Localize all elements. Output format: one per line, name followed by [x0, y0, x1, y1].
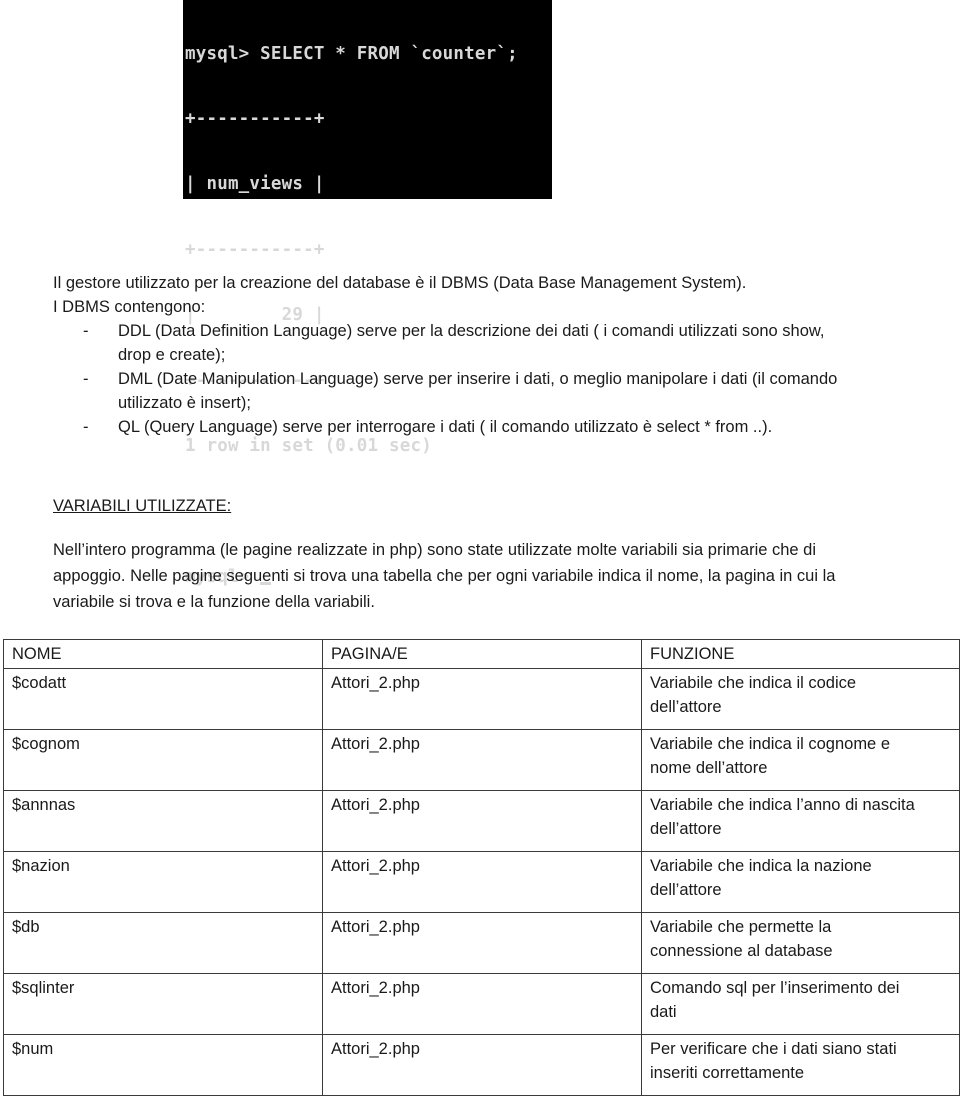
table-row: $nazion Attori_2.php Variabile che indic…: [3, 851, 960, 913]
bullet-text: DML (Date Manipulation Language) serve p…: [118, 370, 838, 388]
cell-funzione: Variabile che indica la nazione dell’atto…: [641, 851, 960, 913]
cell-funzione: Variabile che indica il cognome e nome de…: [641, 729, 960, 791]
bullet-dml-continuation: utilizzato è insert);: [118, 394, 251, 412]
intro-line-1: Il gestore utilizzato per la creazione d…: [53, 274, 747, 292]
intro-line-2: I DBMS contengono:: [53, 298, 206, 316]
cell-pagina: Attori_2.php: [322, 668, 642, 730]
section-paragraph-line-2: appoggio. Nelle pagine seguenti si trova…: [53, 567, 836, 585]
cell-nome: $db: [3, 912, 323, 974]
cell-pagina: Attori_2.php: [322, 973, 642, 1035]
cell-nome: $sqlinter: [3, 973, 323, 1035]
cell-nome: $codatt: [3, 668, 323, 730]
funzione-line: nome dell’attore: [650, 759, 768, 777]
funzione-line: Variabile che permette la: [650, 918, 832, 936]
funzione-line: dell’attore: [650, 881, 722, 899]
table-row: $annnas Attori_2.php Variabile che indic…: [3, 790, 960, 852]
cell-pagina: Attori_2.php: [322, 790, 642, 852]
table-row: $cognom Attori_2.php Variabile che indic…: [3, 729, 960, 791]
section-paragraph-line-3: variabile si trova e la funzione della v…: [53, 593, 375, 611]
cell-pagina: Attori_2.php: [322, 1034, 642, 1096]
funzione-line: Variabile che indica la nazione: [650, 857, 872, 875]
mysql-terminal-screenshot: mysql> SELECT * FROM `counter`; +-------…: [183, 0, 552, 587]
cell-pagina: Attori_2.php: [322, 729, 642, 791]
table-row: $num Attori_2.php Per verificare che i d…: [3, 1034, 960, 1096]
cell-nome: $num: [3, 1034, 323, 1096]
funzione-line: Variabile che indica il codice: [650, 674, 857, 692]
terminal-line: 1 row in set (0.01 sec): [185, 435, 432, 456]
cell-nome: $annnas: [3, 790, 323, 852]
cell-funzione: Variabile che permette la connessione al …: [641, 912, 960, 974]
cell-pagina: Attori_2.php: [322, 851, 642, 913]
funzione-line: dell’attore: [650, 698, 722, 716]
cell-nome: $nazion: [3, 851, 323, 913]
cell-pagina: Attori_2.php: [322, 912, 642, 974]
table-row: $db Attori_2.php Variabile che permette …: [3, 912, 960, 974]
funzione-line: Variabile che indica l’anno di nascita: [650, 796, 915, 814]
cell-funzione: Per verificare che i dati siano stati ins…: [641, 1034, 960, 1096]
cell-funzione: Variabile che indica l’anno di nascita de…: [641, 790, 960, 852]
header-funzione: FUNZIONE: [641, 639, 960, 669]
bullet-dash: -: [83, 370, 89, 388]
funzione-line: Comando sql per l’inserimento dei: [650, 979, 900, 997]
funzione-line: Variabile che indica il cognome e: [650, 735, 890, 753]
terminal-line: mysql> SELECT * FROM `counter`;: [185, 43, 518, 64]
bullet-text: DDL (Data Definition Language) serve per…: [118, 322, 825, 340]
section-paragraph-line-1: Nell’intero programma (le pagine realizz…: [53, 541, 817, 559]
bullet-text: QL (Query Language) serve per interrogar…: [118, 418, 773, 436]
bullet-ddl-continuation: drop e create);: [118, 346, 226, 364]
cell-nome: $cognom: [3, 729, 323, 791]
terminal-line: +-----------+: [185, 239, 325, 260]
terminal-line: +-----------+: [185, 108, 325, 129]
cell-funzione: Comando sql per l’inserimento dei dati: [641, 973, 960, 1035]
funzione-line: connessione al database: [650, 942, 833, 960]
terminal-line: | num_views |: [185, 174, 325, 195]
table-header-row: NOME PAGINA/E FUNZIONE: [3, 639, 960, 669]
funzione-line: dell’attore: [650, 820, 722, 838]
funzione-line: Per verificare che i dati siano stati: [650, 1040, 897, 1058]
cell-funzione: Variabile che indica il codice dell’attor…: [641, 668, 960, 730]
table-row: $sqlinter Attori_2.php Comando sql per l…: [3, 973, 960, 1035]
funzione-line: dati: [650, 1003, 677, 1021]
header-nome: NOME: [3, 639, 323, 669]
bullet-dash: -: [83, 322, 89, 340]
table-row: $codatt Attori_2.php Variabile che indic…: [3, 668, 960, 730]
bullet-dash: -: [83, 418, 89, 436]
funzione-line: inseriti correttamente: [650, 1064, 805, 1082]
variables-table: NOME PAGINA/E FUNZIONE $codatt Attori_2.…: [3, 639, 960, 1096]
section-heading: VARIABILI UTILIZZATE:: [53, 497, 232, 515]
header-pagina: PAGINA/E: [322, 639, 642, 669]
